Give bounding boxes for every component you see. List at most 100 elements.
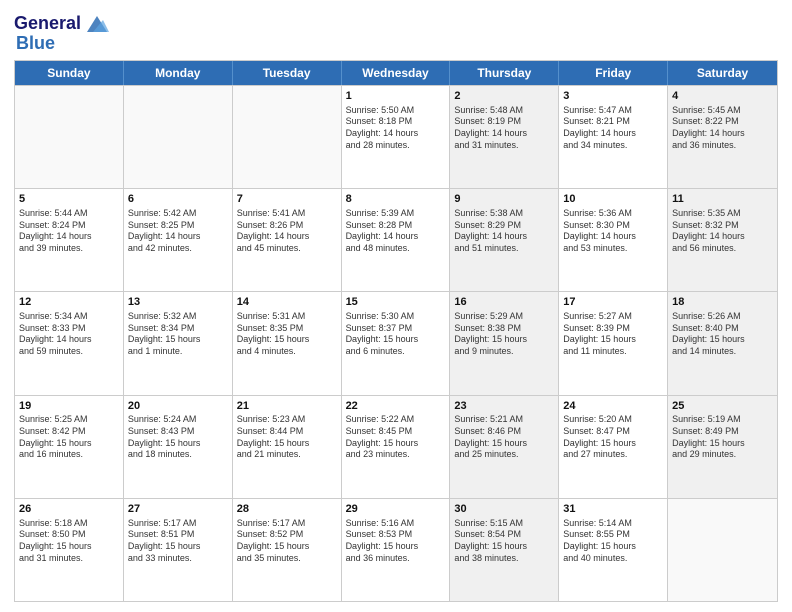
cal-cell-r4-c0: 26Sunrise: 5:18 AM Sunset: 8:50 PM Dayli… [15, 499, 124, 601]
cell-info: Sunrise: 5:20 AM Sunset: 8:47 PM Dayligh… [563, 414, 663, 461]
day-number: 24 [563, 399, 663, 414]
cal-cell-r4-c2: 28Sunrise: 5:17 AM Sunset: 8:52 PM Dayli… [233, 499, 342, 601]
cal-cell-r2-c6: 18Sunrise: 5:26 AM Sunset: 8:40 PM Dayli… [668, 292, 777, 394]
day-number: 6 [128, 192, 228, 207]
logo-icon [83, 10, 111, 38]
cell-info: Sunrise: 5:17 AM Sunset: 8:52 PM Dayligh… [237, 518, 337, 565]
cal-cell-r1-c5: 10Sunrise: 5:36 AM Sunset: 8:30 PM Dayli… [559, 189, 668, 291]
cal-row-0: 1Sunrise: 5:50 AM Sunset: 8:18 PM Daylig… [15, 85, 777, 188]
day-number: 15 [346, 295, 446, 310]
header-thursday: Thursday [450, 61, 559, 85]
cal-row-1: 5Sunrise: 5:44 AM Sunset: 8:24 PM Daylig… [15, 188, 777, 291]
day-number: 30 [454, 502, 554, 517]
cell-info: Sunrise: 5:24 AM Sunset: 8:43 PM Dayligh… [128, 414, 228, 461]
page: General Blue Sunday Monday Tuesday Wedne… [0, 0, 792, 612]
logo: General Blue [14, 10, 111, 54]
cal-cell-r2-c0: 12Sunrise: 5:34 AM Sunset: 8:33 PM Dayli… [15, 292, 124, 394]
cell-info: Sunrise: 5:29 AM Sunset: 8:38 PM Dayligh… [454, 311, 554, 358]
cell-info: Sunrise: 5:21 AM Sunset: 8:46 PM Dayligh… [454, 414, 554, 461]
cell-info: Sunrise: 5:32 AM Sunset: 8:34 PM Dayligh… [128, 311, 228, 358]
cal-cell-r0-c0 [15, 86, 124, 188]
day-number: 21 [237, 399, 337, 414]
cal-cell-r2-c5: 17Sunrise: 5:27 AM Sunset: 8:39 PM Dayli… [559, 292, 668, 394]
day-number: 17 [563, 295, 663, 310]
day-number: 5 [19, 192, 119, 207]
day-number: 19 [19, 399, 119, 414]
day-number: 31 [563, 502, 663, 517]
logo-blue-text: Blue [16, 34, 55, 54]
cal-cell-r1-c6: 11Sunrise: 5:35 AM Sunset: 8:32 PM Dayli… [668, 189, 777, 291]
cell-info: Sunrise: 5:15 AM Sunset: 8:54 PM Dayligh… [454, 518, 554, 565]
day-number: 8 [346, 192, 446, 207]
cell-info: Sunrise: 5:31 AM Sunset: 8:35 PM Dayligh… [237, 311, 337, 358]
cal-cell-r3-c1: 20Sunrise: 5:24 AM Sunset: 8:43 PM Dayli… [124, 396, 233, 498]
day-number: 28 [237, 502, 337, 517]
cal-cell-r3-c2: 21Sunrise: 5:23 AM Sunset: 8:44 PM Dayli… [233, 396, 342, 498]
cal-cell-r3-c3: 22Sunrise: 5:22 AM Sunset: 8:45 PM Dayli… [342, 396, 451, 498]
header-tuesday: Tuesday [233, 61, 342, 85]
cal-cell-r4-c1: 27Sunrise: 5:17 AM Sunset: 8:51 PM Dayli… [124, 499, 233, 601]
cal-cell-r1-c2: 7Sunrise: 5:41 AM Sunset: 8:26 PM Daylig… [233, 189, 342, 291]
cal-row-3: 19Sunrise: 5:25 AM Sunset: 8:42 PM Dayli… [15, 395, 777, 498]
cell-info: Sunrise: 5:17 AM Sunset: 8:51 PM Dayligh… [128, 518, 228, 565]
cal-cell-r3-c4: 23Sunrise: 5:21 AM Sunset: 8:46 PM Dayli… [450, 396, 559, 498]
cal-cell-r0-c4: 2Sunrise: 5:48 AM Sunset: 8:19 PM Daylig… [450, 86, 559, 188]
cal-row-4: 26Sunrise: 5:18 AM Sunset: 8:50 PM Dayli… [15, 498, 777, 601]
cell-info: Sunrise: 5:47 AM Sunset: 8:21 PM Dayligh… [563, 105, 663, 152]
header-wednesday: Wednesday [342, 61, 451, 85]
cell-info: Sunrise: 5:34 AM Sunset: 8:33 PM Dayligh… [19, 311, 119, 358]
cell-info: Sunrise: 5:30 AM Sunset: 8:37 PM Dayligh… [346, 311, 446, 358]
cal-cell-r4-c4: 30Sunrise: 5:15 AM Sunset: 8:54 PM Dayli… [450, 499, 559, 601]
cell-info: Sunrise: 5:16 AM Sunset: 8:53 PM Dayligh… [346, 518, 446, 565]
day-number: 22 [346, 399, 446, 414]
cell-info: Sunrise: 5:27 AM Sunset: 8:39 PM Dayligh… [563, 311, 663, 358]
day-number: 26 [19, 502, 119, 517]
cal-cell-r0-c2 [233, 86, 342, 188]
cell-info: Sunrise: 5:22 AM Sunset: 8:45 PM Dayligh… [346, 414, 446, 461]
day-number: 16 [454, 295, 554, 310]
cal-cell-r3-c0: 19Sunrise: 5:25 AM Sunset: 8:42 PM Dayli… [15, 396, 124, 498]
cal-cell-r2-c1: 13Sunrise: 5:32 AM Sunset: 8:34 PM Dayli… [124, 292, 233, 394]
day-number: 10 [563, 192, 663, 207]
cell-info: Sunrise: 5:36 AM Sunset: 8:30 PM Dayligh… [563, 208, 663, 255]
cell-info: Sunrise: 5:50 AM Sunset: 8:18 PM Dayligh… [346, 105, 446, 152]
cal-cell-r2-c4: 16Sunrise: 5:29 AM Sunset: 8:38 PM Dayli… [450, 292, 559, 394]
cell-info: Sunrise: 5:42 AM Sunset: 8:25 PM Dayligh… [128, 208, 228, 255]
day-number: 3 [563, 89, 663, 104]
cal-cell-r1-c0: 5Sunrise: 5:44 AM Sunset: 8:24 PM Daylig… [15, 189, 124, 291]
header-friday: Friday [559, 61, 668, 85]
day-number: 9 [454, 192, 554, 207]
day-number: 20 [128, 399, 228, 414]
day-number: 7 [237, 192, 337, 207]
day-number: 2 [454, 89, 554, 104]
cal-cell-r1-c1: 6Sunrise: 5:42 AM Sunset: 8:25 PM Daylig… [124, 189, 233, 291]
cal-cell-r0-c1 [124, 86, 233, 188]
header-saturday: Saturday [668, 61, 777, 85]
cal-cell-r0-c3: 1Sunrise: 5:50 AM Sunset: 8:18 PM Daylig… [342, 86, 451, 188]
cal-row-2: 12Sunrise: 5:34 AM Sunset: 8:33 PM Dayli… [15, 291, 777, 394]
header-monday: Monday [124, 61, 233, 85]
calendar-header: Sunday Monday Tuesday Wednesday Thursday… [15, 61, 777, 85]
cell-info: Sunrise: 5:26 AM Sunset: 8:40 PM Dayligh… [672, 311, 773, 358]
cell-info: Sunrise: 5:38 AM Sunset: 8:29 PM Dayligh… [454, 208, 554, 255]
day-number: 23 [454, 399, 554, 414]
calendar: Sunday Monday Tuesday Wednesday Thursday… [14, 60, 778, 602]
cell-info: Sunrise: 5:39 AM Sunset: 8:28 PM Dayligh… [346, 208, 446, 255]
day-number: 14 [237, 295, 337, 310]
cell-info: Sunrise: 5:48 AM Sunset: 8:19 PM Dayligh… [454, 105, 554, 152]
cal-cell-r0-c5: 3Sunrise: 5:47 AM Sunset: 8:21 PM Daylig… [559, 86, 668, 188]
cal-cell-r4-c3: 29Sunrise: 5:16 AM Sunset: 8:53 PM Dayli… [342, 499, 451, 601]
header: General Blue [14, 10, 778, 54]
cal-cell-r4-c6 [668, 499, 777, 601]
cell-info: Sunrise: 5:23 AM Sunset: 8:44 PM Dayligh… [237, 414, 337, 461]
day-number: 25 [672, 399, 773, 414]
cell-info: Sunrise: 5:18 AM Sunset: 8:50 PM Dayligh… [19, 518, 119, 565]
day-number: 4 [672, 89, 773, 104]
cal-cell-r1-c4: 9Sunrise: 5:38 AM Sunset: 8:29 PM Daylig… [450, 189, 559, 291]
day-number: 13 [128, 295, 228, 310]
cell-info: Sunrise: 5:14 AM Sunset: 8:55 PM Dayligh… [563, 518, 663, 565]
day-number: 12 [19, 295, 119, 310]
cell-info: Sunrise: 5:41 AM Sunset: 8:26 PM Dayligh… [237, 208, 337, 255]
cal-cell-r2-c2: 14Sunrise: 5:31 AM Sunset: 8:35 PM Dayli… [233, 292, 342, 394]
cal-cell-r2-c3: 15Sunrise: 5:30 AM Sunset: 8:37 PM Dayli… [342, 292, 451, 394]
